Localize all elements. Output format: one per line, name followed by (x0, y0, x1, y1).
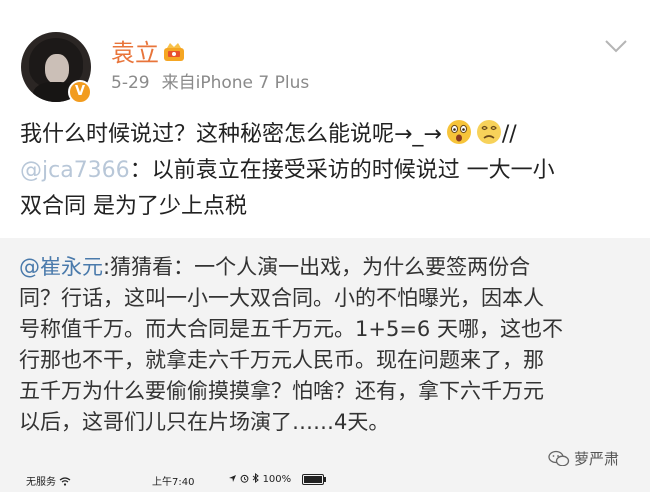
repost-line-1-text: 我什么时候说过？这种秘密怎么能说呢→_→ (20, 122, 442, 147)
post-meta: 5-29 来自iPhone 7 Plus (111, 71, 309, 95)
location-icon (229, 475, 236, 482)
post-source: 来自iPhone 7 Plus (161, 73, 310, 93)
original-line-3: 号称值千万。而大合同是五千万元。1+5=6 天哪，这也不 (19, 317, 563, 341)
avatar-face (45, 54, 69, 84)
wifi-icon (59, 477, 71, 486)
surprised-emoji-icon (446, 120, 471, 144)
repost-line-3: 双合同 是为了少上点税 (20, 194, 247, 219)
status-right: 100% (228, 472, 292, 485)
repost-line-1: 我什么时候说过？这种秘密怎么能说呢→_→ // (20, 117, 632, 153)
original-post-text: @崔永元:猜猜看：一个人演一出戏，为什么要签两份合 同？行话，这叫一小一大双合同… (19, 252, 639, 438)
verified-badge-icon: V (68, 80, 92, 104)
original-line-1: @崔永元:猜猜看：一个人演一出戏，为什么要签两份合 (19, 252, 639, 283)
alarm-icon (240, 474, 249, 483)
weibo-post-screen: V 袁立 5-29 来自iPhone 7 Plus 我什么时候说过？这种秘密怎么能… (0, 0, 650, 492)
post-date: 5-29 (111, 73, 150, 93)
chevron-down-icon[interactable] (604, 37, 628, 55)
status-bar: 无服务 上午7:40 100% (0, 466, 650, 492)
bluetooth-icon (253, 472, 260, 484)
username[interactable]: 袁立 (111, 38, 159, 68)
battery-percent: 100% (262, 474, 292, 485)
dizzy-emoji-icon (476, 120, 501, 144)
original-line-2: 同？行话，这叫一小一大双合同。小的不怕曝光，因本人 (19, 286, 544, 310)
repost-line-2-text: ：以前袁立在接受采访的时候说过 一大一小 (129, 158, 555, 183)
carrier-text: 无服务 (26, 477, 56, 488)
status-time: 上午7:40 (152, 477, 195, 488)
original-line-4: 行那也不干，就拿走六千万元人民币。现在问题来了，那 (19, 348, 544, 372)
repost-text: 我什么时候说过？这种秘密怎么能说呢→_→ // @jca7366：以前袁立在接受… (20, 117, 632, 225)
vip-crown-icon[interactable] (163, 42, 185, 62)
repost-slashes: // (501, 122, 517, 147)
original-line-6: 以后，这哥们儿只在片场演了……4天。 (19, 410, 390, 434)
carrier-label: 无服务 (26, 473, 71, 488)
battery-icon (302, 474, 326, 485)
original-post-box[interactable]: @崔永元:猜猜看：一个人演一出戏，为什么要签两份合 同？行话，这叫一小一大双合同… (0, 238, 650, 466)
original-line-1-text: :猜猜看：一个人演一出戏，为什么要签两份合 (103, 255, 531, 279)
original-mention[interactable]: @崔永元 (19, 255, 103, 279)
repost-line-2: @jca7366：以前袁立在接受采访的时候说过 一大一小 (20, 153, 632, 189)
original-line-5: 五千万为什么要偷偷摸摸拿？怕啥？还有，拿下六千万元 (19, 379, 544, 403)
repost-mention[interactable]: @jca7366 (20, 158, 130, 183)
